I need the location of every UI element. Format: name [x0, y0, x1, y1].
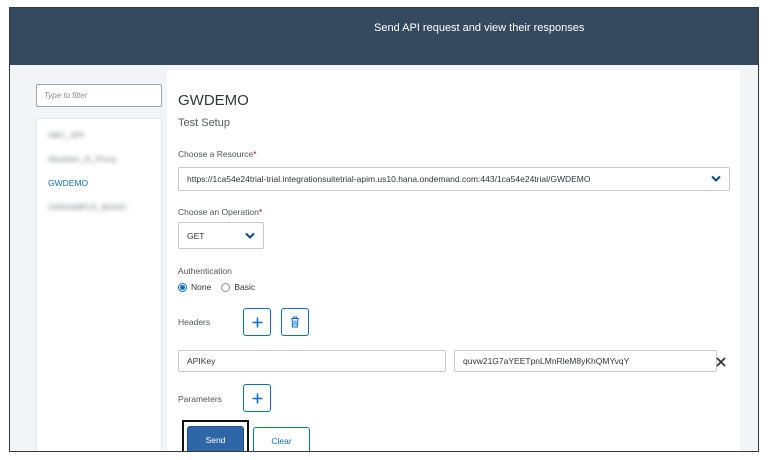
plus-icon: [252, 317, 262, 327]
resource-select[interactable]: https://1ca54e24trial-trial.integrations…: [178, 167, 730, 191]
headers-label: Headers: [178, 317, 211, 327]
operation-select-value: GET: [187, 230, 205, 241]
parameters-label: Parameters: [178, 394, 222, 404]
chevron-down-icon: [711, 175, 721, 182]
api-list-item-selected[interactable]: GWDEMO: [37, 171, 161, 195]
api-list-item-label: Weather_R_Proxy: [48, 154, 118, 164]
resource-select-value: https://1ca54e24trial-trial.integrations…: [187, 174, 591, 184]
api-list-item[interactable]: Weather_R_Proxy: [37, 147, 161, 171]
radio-basic[interactable]: [221, 282, 231, 292]
api-list-item[interactable]: GWSAMPLE_BASIC: [37, 195, 161, 219]
header-title: Send API request and view their response…: [374, 22, 585, 34]
api-title: GWDEMO: [178, 92, 249, 109]
plus-icon: [252, 393, 262, 403]
radio-none-label: None: [191, 282, 212, 292]
api-list-item[interactable]: ABC_API: [37, 123, 161, 147]
api-list-item-label: GWDEMO: [48, 178, 89, 188]
app-window: Send API request and view their response…: [9, 7, 759, 452]
add-header-button[interactable]: [243, 308, 271, 336]
required-mark: *: [258, 207, 263, 217]
send-button[interactable]: Send: [187, 426, 244, 451]
operation-label: Choose an Operation*: [178, 207, 263, 217]
header-value-input[interactable]: quvw21G7aYEETpnLMnRleM8yKhQMYvqY: [454, 350, 717, 372]
resource-label: Choose a Resource*: [178, 149, 257, 159]
app-header: Send API request and view their response…: [10, 8, 758, 65]
authentication-label: Authentication: [178, 266, 232, 276]
api-list-item-label: GWSAMPLE_BASIC: [48, 202, 128, 212]
clear-button[interactable]: Clear: [253, 427, 310, 451]
test-setup-panel: GWDEMO Test Setup Choose a Resource* htt…: [167, 70, 740, 451]
required-mark: *: [253, 149, 257, 159]
operation-select[interactable]: GET: [178, 222, 264, 249]
header-key-input[interactable]: APIKey: [178, 350, 446, 372]
filter-input[interactable]: [36, 84, 162, 107]
radio-none[interactable]: [178, 282, 187, 292]
authentication-radio-group: None Basic: [178, 282, 265, 292]
api-list: ABC_API Weather_R_Proxy GWDEMO GWSAMPLE_…: [36, 118, 162, 451]
radio-basic-label: Basic: [234, 282, 256, 292]
trash-icon: [291, 316, 299, 328]
add-parameter-button[interactable]: [243, 384, 271, 412]
delete-header-button[interactable]: [281, 308, 309, 336]
chevron-down-icon: [245, 232, 255, 239]
api-list-item-label: ABC_API: [48, 130, 84, 140]
sidebar: ABC_API Weather_R_Proxy GWDEMO GWSAMPLE_…: [36, 84, 162, 451]
close-icon[interactable]: [714, 355, 728, 369]
section-title: Test Setup: [178, 117, 230, 129]
